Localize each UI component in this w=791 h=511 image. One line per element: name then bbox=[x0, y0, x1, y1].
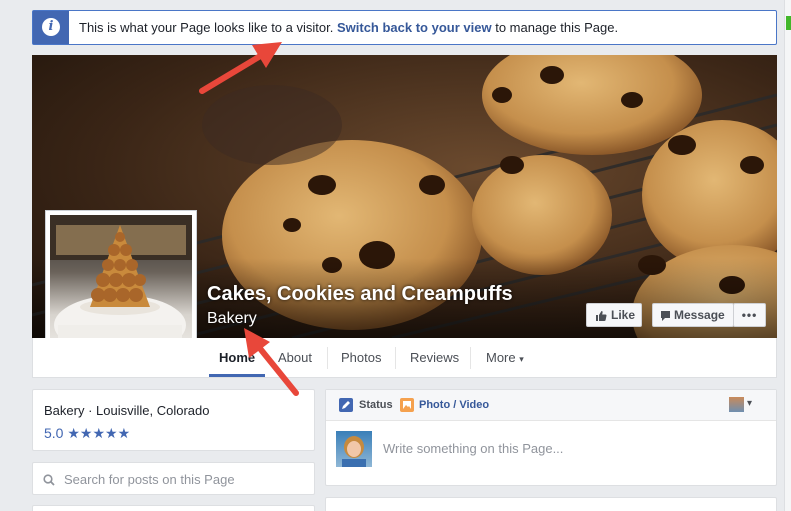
annotation-arrows bbox=[199, 42, 299, 396]
online-indicator bbox=[786, 16, 791, 30]
annotation-arrow bbox=[244, 328, 299, 396]
annotation-arrow bbox=[199, 42, 282, 94]
scrollbar-track[interactable] bbox=[784, 0, 791, 511]
